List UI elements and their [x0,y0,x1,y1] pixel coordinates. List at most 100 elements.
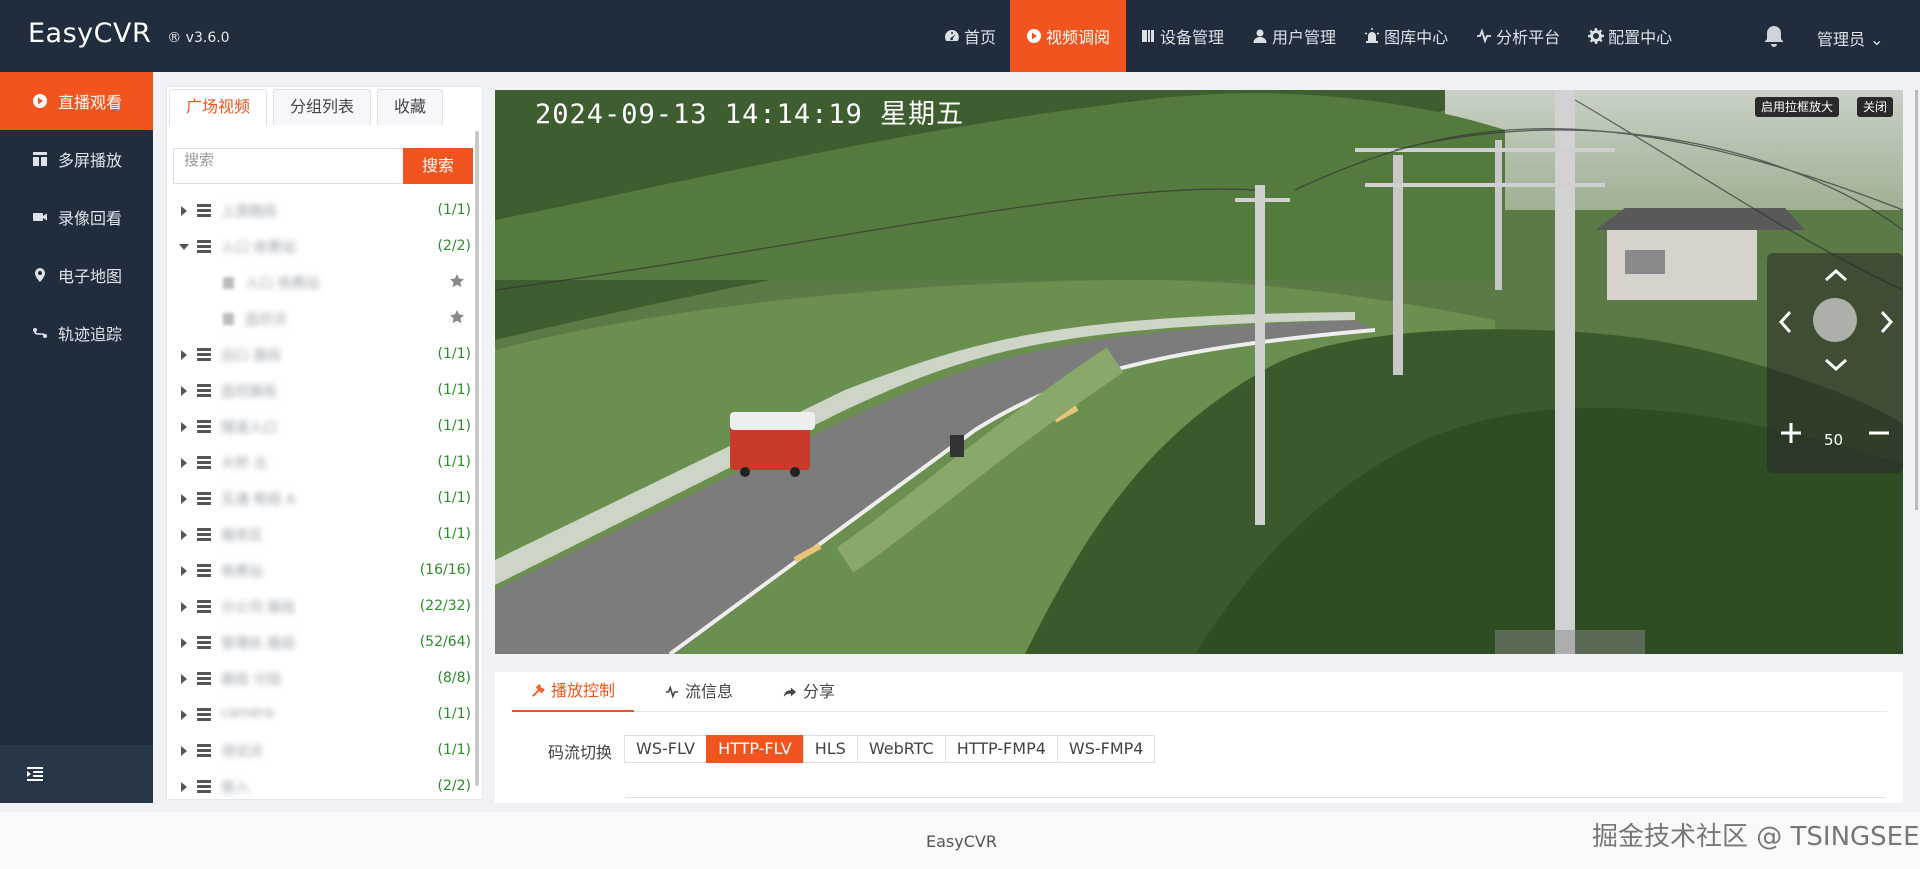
stream-option-button[interactable]: HTTP-FLV [706,735,804,763]
server-icon [197,420,211,433]
url-input[interactable] [625,797,1885,803]
caret-right-icon[interactable] [181,746,187,756]
tree-group-node[interactable]: camera (1/1) [175,697,475,733]
caret-down-icon[interactable] [179,244,189,250]
server-icon [197,744,211,757]
video-player[interactable]: 2024-09-13 14:14:19 星期五 启用拉框放大 关闭 50 [495,90,1903,654]
tree-group-node[interactable]: 接入 (2/2) [175,769,475,805]
ptz-left-icon[interactable] [1777,309,1793,335]
user-menu[interactable]: 管理员 ⌄ [1817,26,1884,50]
camera-icon [223,277,234,289]
server-icon [197,240,211,253]
tab-square-video[interactable]: 广场视频 [169,89,268,125]
sidebar-item-live[interactable]: 直播观看 [0,72,153,130]
caret-right-icon[interactable] [181,422,187,432]
server-icon [197,564,211,577]
ptz-down-icon[interactable] [1823,357,1849,373]
tree-leaf-node[interactable]: 监控点 [175,301,475,337]
tab-share[interactable]: 分享 [764,672,854,712]
tab-group-list[interactable]: 分组列表 [273,89,372,125]
nav-analysis[interactable]: 分析平台 [1462,0,1574,72]
stream-option-button[interactable]: WS-FMP4 [1056,735,1156,763]
tree-node-label: 隧道入口 [221,420,277,436]
nav-home[interactable]: 首页 [930,0,1010,72]
tab-favorites[interactable]: 收藏 [377,89,444,125]
stream-option-button[interactable]: HTTP-FMP4 [944,735,1058,763]
tree-group-node[interactable]: 大桥 北 (1/1) [175,445,475,481]
caret-right-icon[interactable] [181,530,187,540]
search-input[interactable]: 搜索 [173,148,403,184]
tree-group-node[interactable]: 服务区 (1/1) [175,517,475,553]
ptz-right-icon[interactable] [1879,309,1895,335]
nav-settings[interactable]: 配置中心 [1574,0,1686,72]
caret-right-icon[interactable] [181,782,187,792]
tree-group-node[interactable]: 隧道入口 (1/1) [175,409,475,445]
tree-node-count: (1/1) [437,418,471,434]
caret-right-icon[interactable] [181,566,187,576]
nav-gallery[interactable]: 图库中心 [1350,0,1462,72]
control-panel: 播放控制 流信息 分享 码流切换 WS-FLV HTTP-FLV HLS WebRTC… [495,672,1903,803]
tree-node-label: 接入 [221,780,249,796]
dashboard-icon [945,30,959,41]
sidebar-item-playback[interactable]: 录像回看 [0,188,153,246]
tree-node-label: 测试点 [221,744,263,760]
sidebar-item-map[interactable]: 电子地图 [0,246,153,304]
nav-users[interactable]: 用户管理 [1238,0,1350,72]
caret-right-icon[interactable] [181,710,187,720]
bell-icon[interactable] [1763,24,1785,48]
control-tabs: 播放控制 流信息 分享 [512,672,1887,712]
tree-group-node[interactable]: 分公司 路段 (22/32) [175,589,475,625]
brand[interactable]: EasyCVR ® v3.6.0 [28,18,230,49]
microphone-icon[interactable] [1813,298,1857,342]
star-icon[interactable] [449,309,465,325]
ptz-up-icon[interactable] [1823,267,1849,283]
caret-right-icon[interactable] [181,206,187,216]
caret-right-icon[interactable] [181,350,187,360]
caret-right-icon[interactable] [181,458,187,468]
track-icon [33,328,47,338]
tree-group-node[interactable]: 出口 路段 (1/1) [175,337,475,373]
sidebar-collapse-button[interactable] [0,745,153,803]
tree-group-node[interactable]: 收费站 (16/16) [175,553,475,589]
pulse-icon [665,685,679,699]
tree-group-node[interactable]: 测试点 (1/1) [175,733,475,769]
tab-stream-info[interactable]: 流信息 [646,672,752,712]
tree-leaf-node[interactable]: 入口 收费站 [175,265,475,301]
stream-option-button[interactable]: HLS [802,735,858,763]
tree-node-label: camera [221,705,274,721]
tab-playback-control[interactable]: 播放控制 [512,672,635,712]
tree-group-node[interactable]: 管理处 路段 (52/64) [175,625,475,661]
stream-option-button[interactable]: WebRTC [856,735,946,763]
tree-group-node[interactable]: 互通 枢纽 A (1/1) [175,481,475,517]
tree-group-node[interactable]: 监控路段 (1/1) [175,373,475,409]
sidebar-item-track[interactable]: 轨迹追踪 [0,304,153,362]
tree-node-count: (1/1) [437,706,471,722]
stream-option-button[interactable]: WS-FLV [624,735,708,763]
grid-icon [33,152,47,166]
server-icon [197,456,211,469]
search-button[interactable]: 搜索 [403,148,473,184]
tree-group-node[interactable]: 入口 收费站 (2/2) [175,229,475,265]
nav-video[interactable]: 视频调阅 [1010,0,1127,72]
close-video-button[interactable]: 关闭 [1857,97,1894,117]
caret-right-icon[interactable] [181,602,187,612]
tree-group-node[interactable]: 上游路段 (1/1) [175,193,475,229]
zoom-in-icon[interactable] [1779,421,1803,445]
zoom-select-button[interactable]: 启用拉框放大 [1755,97,1840,117]
zoom-level: 50 [1824,431,1844,449]
ptz-control: 50 [1767,253,1903,473]
page-scrollbar[interactable] [1915,90,1918,510]
nav-devices[interactable]: 设备管理 [1126,0,1238,72]
gear-icon [1588,28,1605,44]
tree-group-node[interactable]: 路段 分段 (8/8) [175,661,475,697]
caret-right-icon[interactable] [181,494,187,504]
nav-label: 图库中心 [1384,28,1449,47]
sidebar-item-multiscreen[interactable]: 多屏播放 [0,130,153,188]
tree-scrollbar[interactable] [475,131,479,786]
caret-right-icon[interactable] [181,674,187,684]
caret-right-icon[interactable] [181,638,187,648]
caret-right-icon[interactable] [181,386,187,396]
star-icon[interactable] [449,273,465,289]
zoom-out-icon[interactable] [1867,421,1891,445]
tree-node-count: (1/1) [437,490,471,506]
